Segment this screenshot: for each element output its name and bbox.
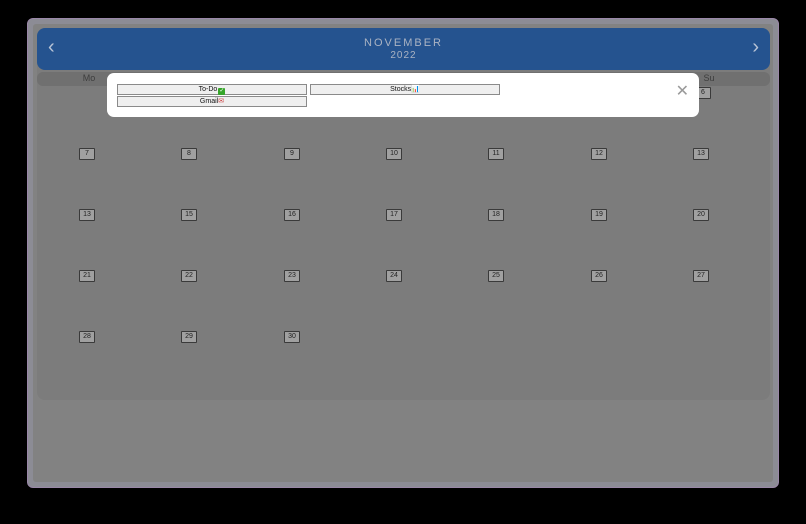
app-launcher-modal: To-Do ✓ Stocks📊 Gmail✉ ✕ (107, 73, 699, 117)
stocks-label: Stocks (390, 86, 412, 93)
mail-icon: ✉ (218, 98, 225, 105)
close-icon[interactable]: ✕ (676, 84, 689, 100)
gmail-app-button[interactable]: Gmail✉ (117, 96, 307, 107)
todo-label: To-Do (198, 86, 218, 93)
check-icon: ✓ (218, 88, 226, 95)
chart-icon: 📊 (411, 86, 420, 93)
todo-app-button[interactable]: To-Do ✓ (117, 84, 307, 95)
stocks-app-button[interactable]: Stocks📊 (310, 84, 500, 95)
gmail-label: Gmail (199, 98, 219, 105)
modal-overlay: To-Do ✓ Stocks📊 Gmail✉ ✕ (0, 0, 806, 524)
